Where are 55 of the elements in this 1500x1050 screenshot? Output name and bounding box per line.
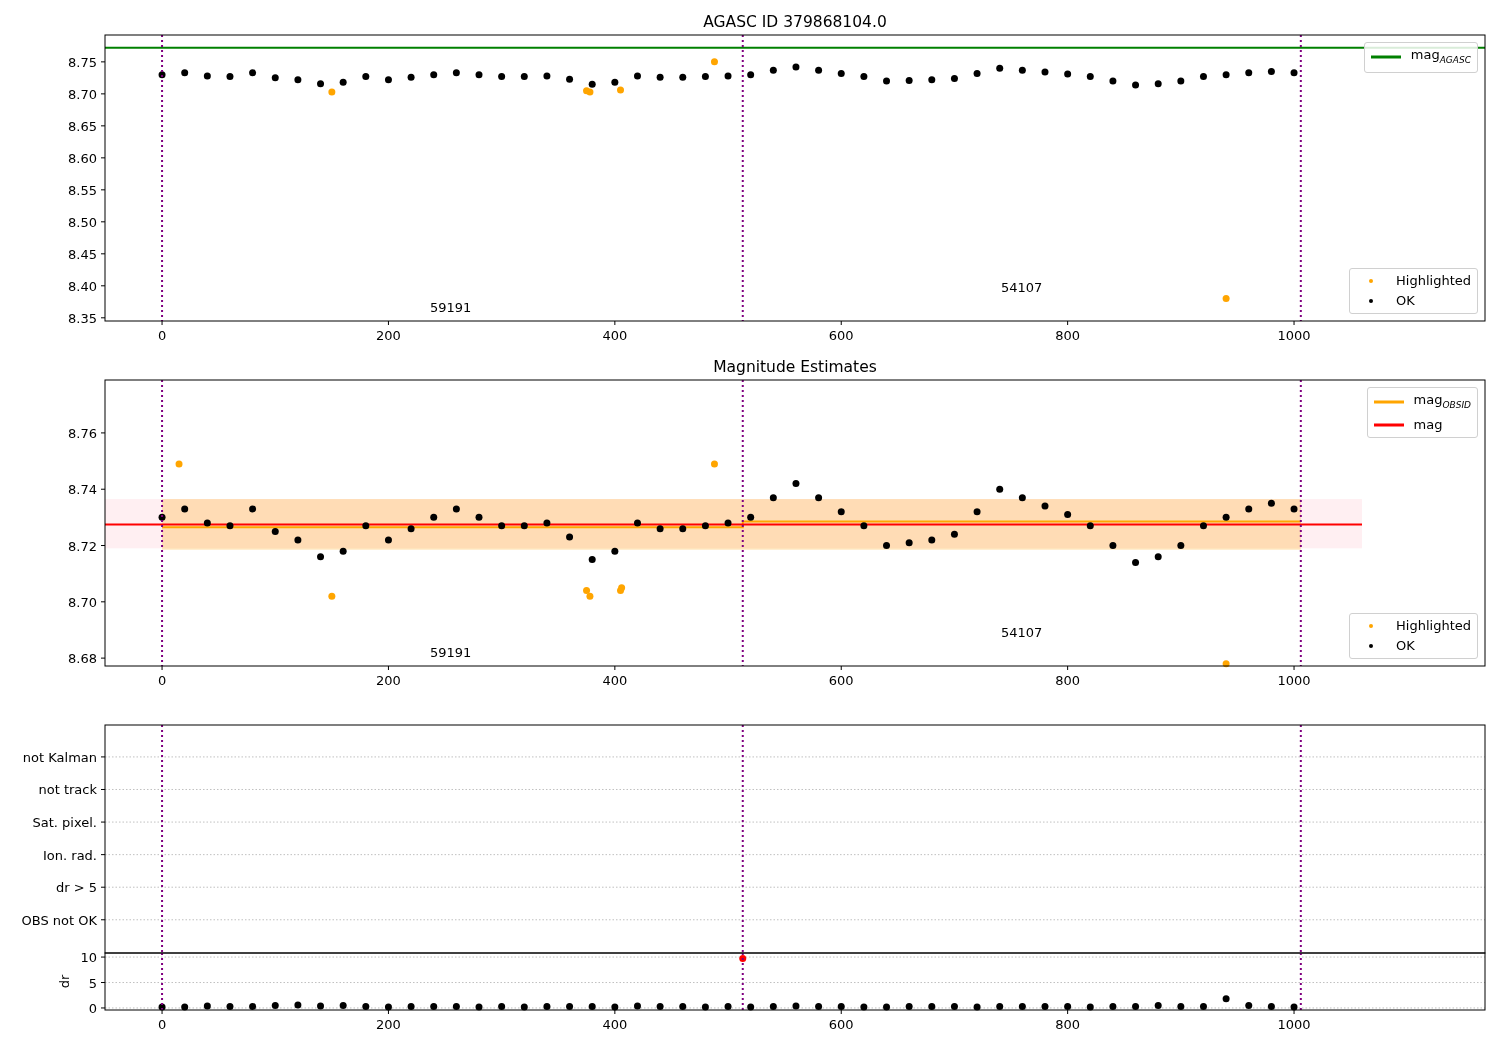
legend-label: OK (1396, 292, 1415, 310)
tick-label: 8.45 (68, 246, 97, 262)
tick-label: 5 (88, 975, 97, 991)
legend-label: Highlighted (1396, 272, 1471, 290)
tick-label: 8.40 (68, 278, 97, 294)
plot-annotation: 54107 (1001, 625, 1043, 640)
tick-label: 600 (828, 673, 854, 688)
tick-label: 8.70 (68, 594, 97, 610)
axis-title: dr (57, 974, 72, 989)
tick-label: 600 (828, 1017, 854, 1032)
tick-label: 1000 (1277, 673, 1311, 688)
tick-label: 800 (1055, 328, 1081, 343)
tick-label: Sat. pixel. (32, 815, 97, 831)
legend-label: Highlighted (1396, 617, 1471, 635)
tick-label: 200 (376, 328, 401, 343)
tick-label: 1000 (1277, 328, 1311, 343)
tick-label: 400 (602, 328, 628, 343)
tick-label: OBS not OK (21, 912, 97, 928)
tick-label: 0 (157, 328, 167, 343)
tick-label: dr > 5 (55, 880, 97, 896)
tick-label: 400 (602, 673, 628, 688)
tick-label: 8.68 (68, 651, 97, 667)
tick-label: 0 (88, 1000, 97, 1016)
tick-label: 800 (1055, 1017, 1081, 1032)
tick-label: 8.74 (68, 482, 97, 498)
plot-annotation: 59191 (430, 300, 472, 315)
tick-label: Ion. rad. (43, 847, 97, 863)
tick-label: 800 (1055, 673, 1081, 688)
tick-label: 8.55 (68, 182, 97, 198)
tick-label: 200 (376, 1017, 401, 1032)
legend-label: mag (1413, 415, 1443, 434)
plot-annotation: 54107 (1001, 280, 1043, 295)
tick-label: 1000 (1277, 1017, 1311, 1032)
legend-label: mag$_{OBSID}$ (1413, 391, 1471, 412)
tick-label: 0 (157, 1017, 167, 1032)
chart-title: AGASC ID 379868104.0 (703, 13, 887, 31)
plot-annotation: 59191 (430, 645, 472, 660)
tick-label: 8.35 (68, 310, 97, 326)
legend-label: mag$_{AGASC}$ (1410, 46, 1471, 67)
tick-label: 8.76 (68, 425, 97, 441)
tick-label: 600 (828, 328, 854, 343)
legend-label: OK (1396, 637, 1415, 655)
tick-label: 8.60 (68, 150, 97, 166)
tick-label: 8.75 (68, 54, 97, 70)
tick-label: not Kalman (22, 749, 97, 765)
tick-label: 10 (80, 950, 97, 966)
chart-title: Magnitude Estimates (713, 358, 877, 376)
tick-label: 8.65 (68, 118, 97, 134)
tick-label: 8.70 (68, 86, 97, 102)
tick-label: 8.50 (68, 214, 97, 230)
tick-label: 200 (376, 673, 401, 688)
tick-label: 8.72 (68, 538, 97, 554)
tick-label: 400 (602, 1017, 628, 1032)
tick-label: 0 (157, 673, 167, 688)
tick-label: not track (38, 782, 97, 798)
